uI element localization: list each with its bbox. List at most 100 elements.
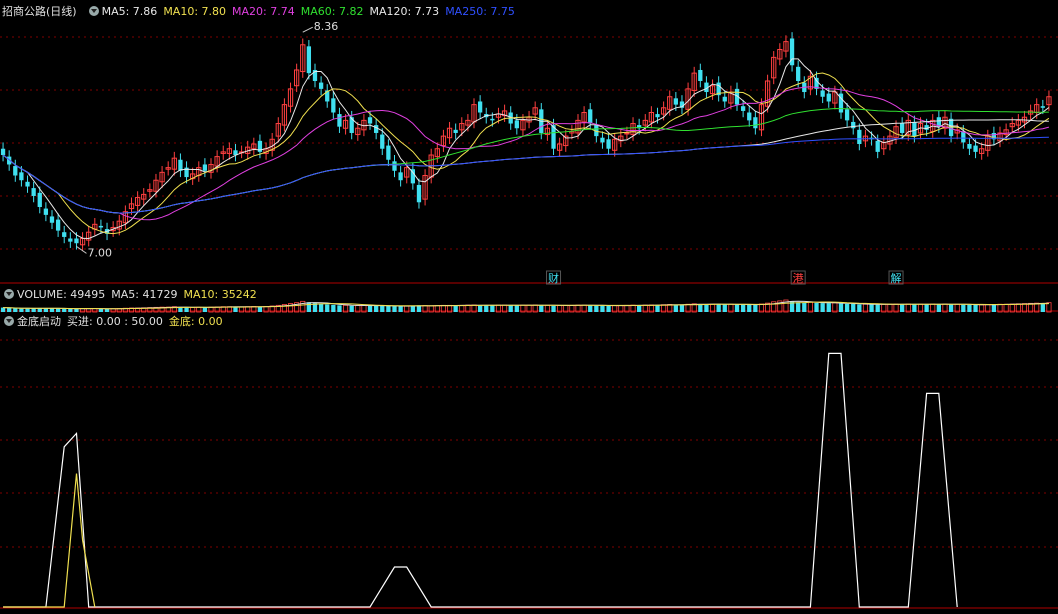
candle-body — [331, 98, 336, 113]
ma20-label: MA20: 7.74 — [232, 4, 295, 18]
candle-body — [973, 145, 978, 152]
candle-body — [398, 172, 403, 181]
volume-bar — [331, 304, 336, 312]
volume-bar — [936, 304, 941, 312]
volume-bar — [539, 305, 544, 312]
candle-body — [490, 118, 495, 121]
volume-bar — [19, 308, 24, 312]
candle-body — [306, 46, 312, 74]
volume-bar — [306, 302, 312, 312]
candle-body — [477, 101, 483, 113]
candle-body — [747, 112, 752, 121]
candle-body — [31, 188, 36, 196]
volume-bar — [594, 305, 599, 312]
volume-bar — [477, 305, 483, 312]
volume-bar — [98, 308, 104, 312]
candle-body — [13, 166, 18, 176]
volume-bar — [55, 308, 61, 312]
volume-bar — [392, 306, 397, 312]
settings-icon[interactable] — [88, 6, 99, 16]
candle-body — [374, 125, 379, 133]
volume-bar — [912, 304, 917, 312]
volume-bar — [337, 305, 342, 312]
volume-ma5-label: MA5: 41729 — [111, 287, 178, 301]
candle-body — [392, 161, 397, 171]
event-marker: 解 — [891, 271, 902, 285]
volume-bar — [948, 304, 954, 312]
volume-bar — [31, 308, 36, 312]
candle-body — [367, 117, 373, 124]
volume-bar — [184, 307, 189, 312]
price-label: 8.36 — [314, 20, 339, 33]
candle-body — [844, 109, 850, 121]
volume-bar — [734, 304, 740, 312]
candle-body — [967, 144, 972, 149]
price-label: 7.00 — [87, 246, 112, 259]
price-legend: 招商公路(日线) MA5: 7.86 MA10: 7.80 MA20: 7.74… — [0, 3, 521, 19]
volume-ma10-label: MA10: 35242 — [183, 287, 257, 301]
candle-body — [820, 90, 825, 97]
price-label-pointer — [302, 26, 313, 33]
ma-line-10 — [2, 72, 1050, 235]
volume-bar — [374, 305, 379, 312]
volume-bar — [0, 307, 6, 312]
candle-body — [912, 121, 917, 137]
volume-bar — [1040, 303, 1045, 312]
ma5-label: MA5: 7.86 — [101, 4, 158, 18]
indicator-line — [3, 352, 958, 608]
ma250-label: MA250: 7.75 — [445, 4, 515, 18]
volume-bar — [62, 308, 67, 312]
settings-icon[interactable] — [4, 316, 14, 326]
candle-body — [851, 121, 856, 129]
volume-bar — [484, 305, 489, 312]
volume-bar — [857, 304, 862, 312]
candle-body — [416, 184, 422, 203]
buy-label: 买进: 0.00 : 50.00 — [67, 315, 163, 328]
candle-body — [900, 123, 905, 133]
volume-bar — [637, 305, 642, 312]
volume-bar — [814, 302, 819, 312]
volume-bar — [844, 303, 850, 312]
ma10-label: MA10: 7.80 — [163, 4, 227, 18]
volume-bar — [257, 306, 263, 312]
volume-bar — [25, 308, 30, 312]
volume-bar — [924, 304, 929, 312]
candle-body — [698, 69, 703, 81]
volume-bar — [233, 306, 238, 312]
candle-body — [857, 129, 862, 144]
candle-body — [386, 145, 391, 160]
candle-body — [961, 131, 966, 143]
chart-canvas[interactable]: 8.36 7.00 财 港 解 — [0, 0, 1058, 614]
volume-bar — [838, 303, 844, 312]
candle-body — [0, 148, 6, 156]
volume-bar — [991, 304, 997, 312]
volume-bar — [796, 302, 801, 312]
volume-bar — [386, 306, 391, 312]
candle-body — [74, 238, 79, 244]
candle-body — [606, 139, 611, 149]
volume-bar — [753, 304, 758, 312]
candle-body — [43, 208, 49, 215]
volume-bar — [325, 304, 330, 312]
volume-bar — [490, 305, 495, 312]
candle-body — [19, 172, 24, 181]
settings-icon[interactable] — [4, 289, 14, 299]
ma-line-120 — [2, 119, 1049, 214]
volume-bar — [380, 306, 385, 312]
candle-body — [588, 109, 593, 124]
candle-body — [68, 238, 73, 242]
volume-bar — [600, 305, 605, 312]
candle-body — [337, 114, 342, 127]
chart-title: 招商公路(日线) — [2, 5, 77, 18]
volume-bar — [740, 304, 746, 312]
volume-bar — [367, 305, 373, 312]
price-label-pointer — [76, 245, 87, 254]
candle-body — [753, 117, 758, 129]
candle-body — [25, 181, 30, 187]
candle-body — [1040, 106, 1045, 108]
candle-body — [380, 134, 385, 149]
candle-body — [318, 82, 324, 89]
volume-bar — [722, 304, 727, 312]
ma-line-5 — [2, 58, 1050, 240]
candle-body — [826, 93, 831, 102]
